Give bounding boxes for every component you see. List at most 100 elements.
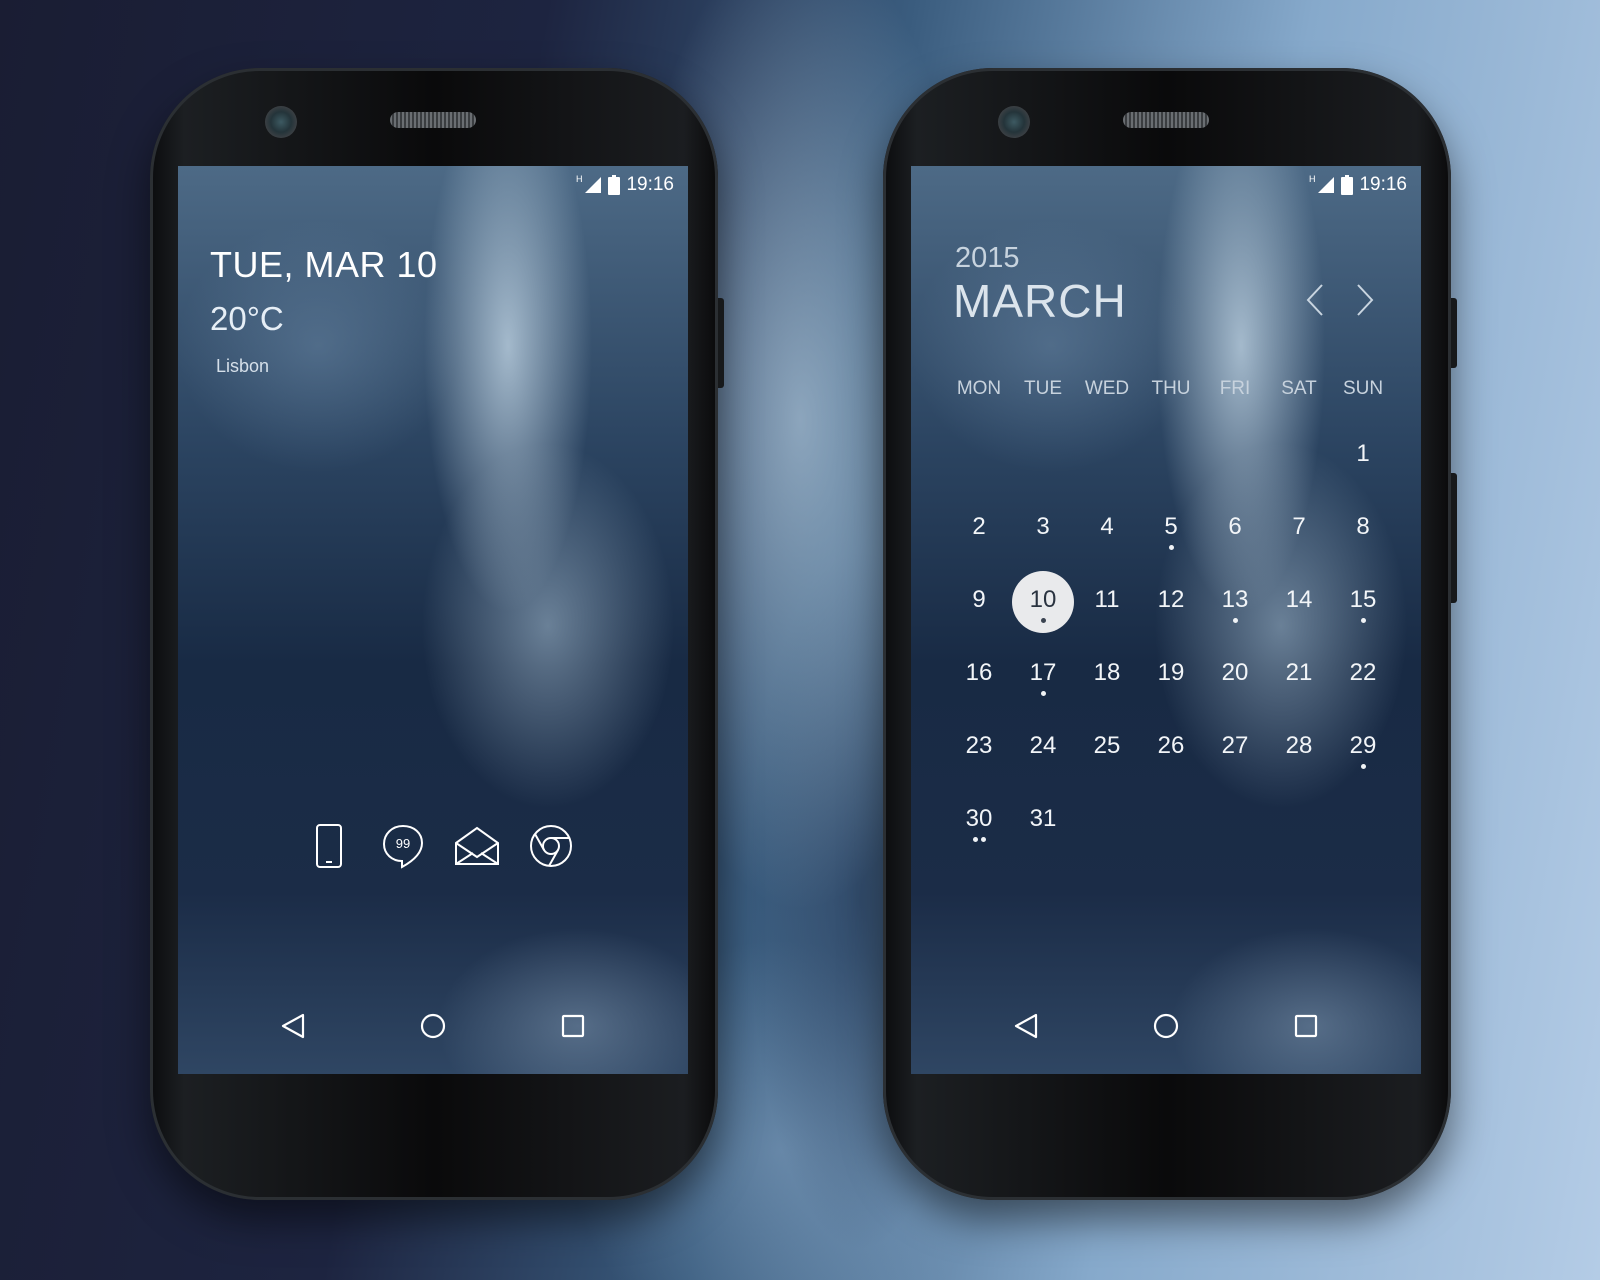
calendar-day[interactable]: 29 xyxy=(1331,714,1395,787)
calendar-day[interactable]: 4 xyxy=(1075,495,1139,568)
day-number: 14 xyxy=(1285,586,1313,613)
chevron-left-icon xyxy=(1306,284,1323,316)
chevron-right-icon xyxy=(1357,284,1374,316)
earpiece-speaker xyxy=(1123,112,1209,128)
calendar-day[interactable]: 30 xyxy=(947,787,1011,860)
day-number: 18 xyxy=(1093,659,1121,686)
calendar-day[interactable]: 8 xyxy=(1331,495,1395,568)
navigation-bar xyxy=(178,996,688,1056)
calendar-day[interactable]: 17 xyxy=(1011,641,1075,714)
day-number: 24 xyxy=(1029,732,1057,759)
calendar-day[interactable]: 16 xyxy=(947,641,1011,714)
navigation-bar xyxy=(911,996,1421,1056)
recents-button[interactable] xyxy=(1286,1006,1326,1046)
weekday-label: TUE xyxy=(1024,378,1062,399)
chrome-icon[interactable] xyxy=(526,821,576,871)
calendar-day[interactable]: 20 xyxy=(1203,641,1267,714)
day-number: 26 xyxy=(1157,732,1185,759)
calendar-empty-cell xyxy=(1139,787,1203,860)
calendar-empty-cell xyxy=(947,422,1011,495)
day-number: 19 xyxy=(1157,659,1185,686)
calendar-day[interactable]: 14 xyxy=(1267,568,1331,641)
calendar-empty-cell xyxy=(1075,422,1139,495)
calendar-week-row: 2 3 4 5 6 7 8 xyxy=(947,495,1395,568)
weekday-label: FRI xyxy=(1219,378,1251,399)
calendar-day[interactable]: 2 xyxy=(947,495,1011,568)
weekday-header: MON TUE WED THU FRI SAT SUN xyxy=(947,378,1395,400)
calendar-day-today[interactable]: 10 xyxy=(1011,568,1075,641)
day-number: 23 xyxy=(965,732,993,759)
status-bar: H 19:16 xyxy=(576,174,674,196)
lockscreen: H 19:16 TUE, MAR 10 20°C Lisbon 99 xyxy=(178,166,688,1074)
calendar-week-row: 9 10 11 12 13 14 15 xyxy=(947,568,1395,641)
calendar-empty-cell xyxy=(1075,787,1139,860)
calendar-year: 2015 xyxy=(955,242,1020,274)
app-dock: 99 xyxy=(304,821,576,871)
day-number: 1 xyxy=(1356,440,1370,467)
network-type: H xyxy=(1308,174,1316,184)
calendar-day[interactable]: 22 xyxy=(1331,641,1395,714)
phone-icon[interactable] xyxy=(304,821,354,871)
day-number: 13 xyxy=(1221,586,1249,613)
calendar-screen: H 19:16 2015 MARCH MON TUE WED THU FRI SAT SUN… xyxy=(911,166,1421,1074)
day-number: 27 xyxy=(1221,732,1249,759)
calendar-day[interactable]: 3 xyxy=(1011,495,1075,568)
calendar-month: MARCH xyxy=(953,275,1127,327)
day-number: 28 xyxy=(1285,732,1313,759)
temperature-display: 20°C xyxy=(210,300,284,337)
phone-right: H 19:16 2015 MARCH MON TUE WED THU FRI SAT SUN… xyxy=(883,68,1457,1200)
calendar-day[interactable]: 28 xyxy=(1267,714,1331,787)
calendar-day[interactable]: 1 xyxy=(1331,422,1395,495)
previous-month-button[interactable] xyxy=(1297,282,1333,318)
calendar-day[interactable]: 21 xyxy=(1267,641,1331,714)
day-number: 16 xyxy=(965,659,993,686)
day-number: 31 xyxy=(1029,805,1057,832)
home-button[interactable] xyxy=(1146,1006,1186,1046)
signal-icon xyxy=(1318,177,1335,193)
day-number: 25 xyxy=(1093,732,1121,759)
calendar-day[interactable]: 18 xyxy=(1075,641,1139,714)
calendar-day[interactable]: 23 xyxy=(947,714,1011,787)
calendar-day[interactable]: 31 xyxy=(1011,787,1075,860)
volume-button xyxy=(718,298,724,388)
weekday-label: THU xyxy=(1151,378,1191,399)
calendar-day[interactable]: 19 xyxy=(1139,641,1203,714)
calendar-day[interactable]: 13 xyxy=(1203,568,1267,641)
day-number: 15 xyxy=(1349,586,1377,613)
volume-button xyxy=(1451,473,1457,603)
hangouts-icon[interactable]: 99 xyxy=(378,821,428,871)
earpiece-speaker xyxy=(390,112,476,128)
weekday-label: MON xyxy=(956,378,1002,399)
calendar-day[interactable]: 11 xyxy=(1075,568,1139,641)
calendar-day[interactable]: 24 xyxy=(1011,714,1075,787)
recents-button[interactable] xyxy=(553,1006,593,1046)
front-camera xyxy=(998,106,1030,138)
calendar-day[interactable]: 25 xyxy=(1075,714,1139,787)
next-month-button[interactable] xyxy=(1347,282,1383,318)
calendar-day[interactable]: 9 xyxy=(947,568,1011,641)
back-button[interactable] xyxy=(273,1006,313,1046)
day-number: 12 xyxy=(1157,586,1185,613)
network-type: H xyxy=(575,174,583,184)
event-indicator xyxy=(1011,618,1075,626)
weekday-label: SUN xyxy=(1342,378,1384,399)
calendar-day[interactable]: 7 xyxy=(1267,495,1331,568)
day-number: 20 xyxy=(1221,659,1249,686)
home-button[interactable] xyxy=(413,1006,453,1046)
back-button[interactable] xyxy=(1006,1006,1046,1046)
calendar-day[interactable]: 15 xyxy=(1331,568,1395,641)
calendar-day[interactable]: 12 xyxy=(1139,568,1203,641)
event-indicator xyxy=(947,837,1011,845)
event-dot xyxy=(1360,618,1366,623)
event-indicator xyxy=(1203,618,1267,626)
calendar-day[interactable]: 27 xyxy=(1203,714,1267,787)
calendar-day[interactable]: 26 xyxy=(1139,714,1203,787)
day-number: 3 xyxy=(1036,513,1050,540)
day-number: 4 xyxy=(1100,513,1114,540)
day-number: 7 xyxy=(1292,513,1306,540)
event-dot xyxy=(1232,618,1238,623)
calendar-day[interactable]: 6 xyxy=(1203,495,1267,568)
calendar-day[interactable]: 5 xyxy=(1139,495,1203,568)
email-icon[interactable] xyxy=(452,821,502,871)
calendar-empty-cell xyxy=(1267,787,1331,860)
